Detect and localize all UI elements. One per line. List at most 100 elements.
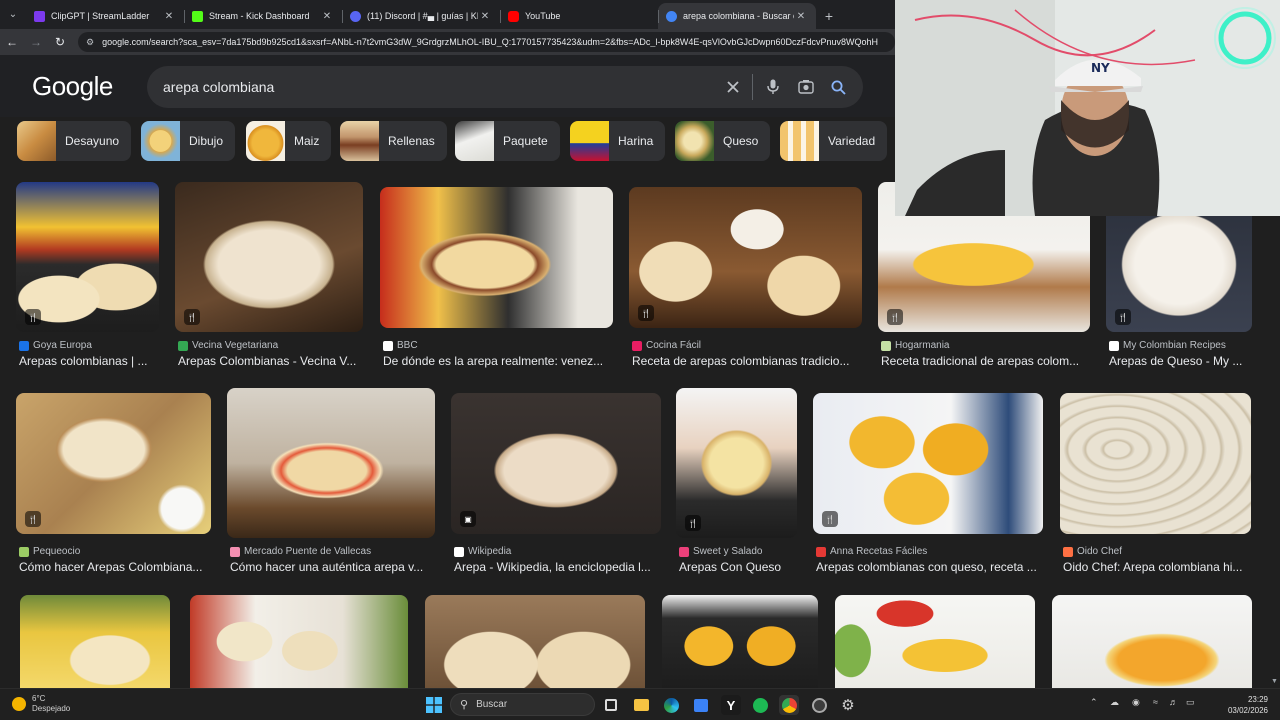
search-box[interactable]: arepa colombiana bbox=[147, 66, 863, 108]
system-clock[interactable]: 23:29 03/02/2026 bbox=[1213, 694, 1268, 716]
result-thumbnail[interactable]: ▣ bbox=[451, 393, 661, 534]
image-result[interactable]: Oido Chef Oido Chef: Arepa colombiana hi… bbox=[1060, 388, 1255, 578]
close-tab-icon[interactable]: ✕ bbox=[794, 11, 808, 22]
forward-arrow-icon[interactable]: → bbox=[24, 30, 48, 54]
chip-rellenas[interactable]: Rellenas bbox=[340, 121, 447, 161]
result-thumbnail[interactable] bbox=[1060, 393, 1251, 534]
chip-label: Paquete bbox=[503, 134, 548, 148]
settings-gear-icon[interactable]: ⚙ bbox=[838, 695, 858, 715]
result-title[interactable]: Oido Chef: Arepa colombiana hi... bbox=[1063, 560, 1253, 574]
image-result[interactable]: 🍴 Sweet y Salado Arepas Con Queso bbox=[676, 388, 801, 578]
tab-kick-dashboard[interactable]: Stream - Kick Dashboard ✕ bbox=[184, 3, 342, 29]
chip-dibujo[interactable]: Dibujo bbox=[141, 121, 236, 161]
google-logo[interactable]: Google bbox=[32, 71, 113, 102]
tab-youtube[interactable]: YouTube ✕ bbox=[500, 3, 658, 29]
yahoo-app-icon[interactable]: Y bbox=[721, 695, 741, 715]
close-tab-icon[interactable]: ✕ bbox=[162, 11, 176, 22]
image-result[interactable]: 🍴 Vecina Vegetariana Arepas Colombianas … bbox=[175, 182, 365, 372]
reload-icon[interactable]: ↻ bbox=[48, 30, 72, 54]
site-info-icon[interactable]: ⚙ bbox=[86, 37, 94, 48]
search-icon[interactable] bbox=[822, 66, 855, 108]
back-arrow-icon[interactable]: ← bbox=[0, 30, 24, 54]
chip-paquete[interactable]: Paquete bbox=[455, 121, 560, 161]
result-title[interactable]: Arepa - Wikipedia, la enciclopedia l... bbox=[454, 560, 664, 574]
tab-clipgpt[interactable]: ClipGPT | StreamLadder ✕ bbox=[26, 3, 184, 29]
chip-maiz[interactable]: Maiz bbox=[246, 121, 332, 161]
result-title[interactable]: Cómo hacer una auténtica arepa v... bbox=[230, 560, 437, 574]
image-result[interactable]: 🍴 Anna Recetas Fáciles Arepas colombiana… bbox=[813, 388, 1048, 578]
clear-search-icon[interactable] bbox=[716, 66, 749, 108]
scroll-down-arrow-icon[interactable]: ▼ bbox=[1271, 678, 1278, 685]
result-thumbnail[interactable] bbox=[835, 595, 1035, 688]
file-explorer-icon[interactable] bbox=[631, 695, 651, 715]
image-result[interactable]: 🍴 Cocina Fácil Receta de arepas colombia… bbox=[629, 182, 864, 372]
result-thumbnail[interactable] bbox=[425, 595, 645, 688]
close-tab-icon[interactable]: ✕ bbox=[320, 11, 334, 22]
result-title[interactable]: Cómo hacer Arepas Colombiana... bbox=[19, 560, 213, 574]
image-result[interactable]: BBC De dónde es la arepa realmente: vene… bbox=[380, 182, 615, 372]
battery-icon[interactable]: ▭ bbox=[1186, 697, 1195, 708]
edge-browser-icon[interactable] bbox=[661, 695, 681, 715]
result-title[interactable]: De dónde es la arepa realmente: venez... bbox=[383, 354, 615, 368]
tray-overflow-icon[interactable]: ⌃ bbox=[1090, 697, 1098, 708]
result-title[interactable]: Receta de arepas colombianas tradicio... bbox=[632, 354, 864, 368]
search-input[interactable]: arepa colombiana bbox=[147, 79, 716, 95]
image-result[interactable] bbox=[835, 595, 1037, 688]
result-thumbnail[interactable]: 🍴 bbox=[676, 388, 797, 538]
result-thumbnail[interactable] bbox=[380, 187, 613, 328]
obs-studio-icon[interactable] bbox=[809, 695, 829, 715]
task-view-icon[interactable] bbox=[601, 695, 621, 715]
chip-variedad[interactable]: Variedad bbox=[780, 121, 888, 161]
result-title[interactable]: Arepas Con Queso bbox=[679, 560, 800, 574]
tray-network-app-icon[interactable]: ☁ bbox=[1110, 697, 1119, 708]
result-thumbnail[interactable] bbox=[662, 595, 818, 688]
image-result[interactable]: 🍴 Goya Europa Arepas colombianas | ... bbox=[16, 182, 161, 372]
result-title[interactable]: Arepas de Queso - My ... bbox=[1109, 354, 1255, 368]
volume-icon[interactable]: ♬ bbox=[1169, 697, 1178, 707]
address-bar[interactable]: ⚙ google.com/search?sca_esv=7da175bd9b92… bbox=[78, 32, 895, 52]
image-result[interactable] bbox=[425, 595, 647, 688]
page-scrollbar[interactable]: ▼ bbox=[1270, 168, 1280, 688]
image-result[interactable]: Mercado Puente de Vallecas Cómo hacer un… bbox=[227, 388, 437, 578]
webcam-overlay: NY bbox=[895, 0, 1280, 216]
image-result[interactable] bbox=[1052, 595, 1254, 688]
tray-microphone-icon[interactable]: ◉ bbox=[1132, 697, 1140, 708]
result-thumbnail[interactable]: 🍴 bbox=[175, 182, 363, 332]
result-thumbnail[interactable] bbox=[190, 595, 408, 688]
result-thumbnail[interactable]: 🍴 bbox=[16, 393, 211, 534]
tab-discord[interactable]: (11) Discord | #▄ | guías | KICK ✕ bbox=[342, 3, 500, 29]
new-tab-button[interactable]: + bbox=[816, 3, 842, 29]
image-result[interactable]: ▣ Wikipedia Arepa - Wikipedia, la encicl… bbox=[451, 388, 663, 578]
result-title[interactable]: Receta tradicional de arepas colom... bbox=[881, 354, 1091, 368]
result-thumbnail[interactable] bbox=[20, 595, 170, 688]
camera-lens-icon[interactable] bbox=[789, 66, 822, 108]
store-icon[interactable] bbox=[691, 695, 711, 715]
result-thumbnail[interactable]: 🍴 bbox=[813, 393, 1043, 534]
microphone-icon[interactable] bbox=[756, 66, 789, 108]
weather-temp: 6°C bbox=[32, 694, 46, 703]
result-thumbnail[interactable]: 🍴 bbox=[629, 187, 862, 328]
chip-queso[interactable]: Queso bbox=[675, 121, 771, 161]
result-thumbnail[interactable] bbox=[1052, 595, 1252, 688]
image-result[interactable] bbox=[190, 595, 410, 688]
wifi-icon[interactable]: ≈ bbox=[1153, 697, 1158, 707]
image-result[interactable] bbox=[662, 595, 820, 688]
tab-search-icon[interactable]: ⌄ bbox=[0, 0, 26, 29]
chrome-icon[interactable] bbox=[779, 695, 799, 715]
close-tab-icon[interactable]: ✕ bbox=[478, 11, 492, 22]
result-thumbnail[interactable] bbox=[227, 388, 435, 538]
image-result[interactable] bbox=[20, 595, 172, 688]
source-favicon-icon bbox=[178, 340, 188, 351]
image-result[interactable]: 🍴 Pequeocio Cómo hacer Arepas Colombiana… bbox=[16, 388, 213, 578]
spotify-icon[interactable] bbox=[750, 695, 770, 715]
windows-start-icon[interactable] bbox=[424, 695, 444, 715]
chip-harina[interactable]: Harina bbox=[570, 121, 666, 161]
result-thumbnail[interactable]: 🍴 bbox=[16, 182, 159, 332]
taskbar-search[interactable]: ⚲ Buscar bbox=[450, 693, 595, 716]
tab-google-search[interactable]: arepa colombiana - Buscar con ✕ bbox=[658, 3, 816, 29]
result-title[interactable]: Arepas Colombianas - Vecina V... bbox=[178, 354, 366, 368]
result-title[interactable]: Arepas colombianas | ... bbox=[19, 354, 161, 368]
result-title[interactable]: Arepas colombianas con queso, receta ... bbox=[816, 560, 1046, 574]
weather-widget[interactable]: 6°C Despejado bbox=[12, 694, 70, 714]
chip-desayuno[interactable]: Desayuno bbox=[17, 121, 132, 161]
